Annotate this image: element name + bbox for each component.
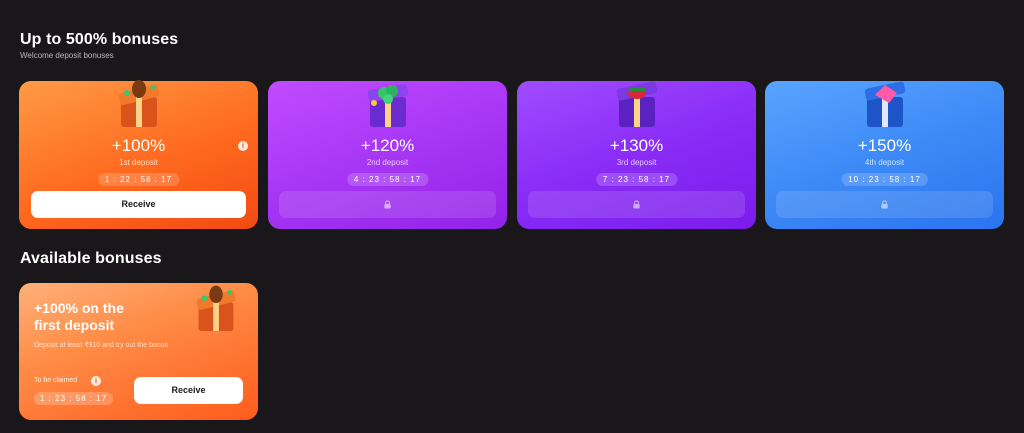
locked-button	[776, 191, 993, 218]
deposit-label: 3rd deposit	[616, 158, 657, 167]
deposit-label: 2nd deposit	[366, 158, 409, 167]
available-bonus-title: +100% on the first deposit	[34, 300, 124, 333]
welcome-title: Up to 500% bonuses	[20, 31, 179, 48]
gift-box-icon	[196, 285, 236, 332]
receive-button[interactable]: Receive	[134, 377, 243, 404]
claim-label: To be claimed	[34, 377, 78, 384]
locked-button	[528, 191, 745, 218]
countdown-timer: 7 : 23 : 58 : 17	[595, 173, 678, 186]
bonus-percent: +100%	[111, 136, 166, 155]
countdown-timer: 1 : 22 : 58 : 17	[97, 173, 180, 186]
gift-box-icon	[616, 81, 657, 127]
bonus-card-3rd-deposit: +130% 3rd deposit 7 : 23 : 58 : 17	[517, 81, 756, 229]
lock-icon	[633, 200, 640, 209]
countdown-timer: 10 : 23 : 58 : 17	[841, 173, 928, 186]
info-icon[interactable]: i	[238, 141, 248, 151]
bonus-card-2nd-deposit: +120% 2nd deposit 4 : 23 : 58 : 17	[268, 81, 507, 229]
available-title: Available bonuses	[20, 250, 162, 267]
available-bonus-description: Deposit at least ₹910 and try out the bo…	[34, 342, 169, 349]
deposit-label: 4th deposit	[864, 158, 905, 167]
gift-box-icon	[118, 80, 159, 127]
bonus-percent: +150%	[857, 136, 912, 155]
bonus-percent: +120%	[360, 136, 415, 155]
lock-icon	[384, 200, 391, 209]
countdown-timer: 1 : 23 : 58 : 17	[34, 392, 114, 405]
gift-box-icon	[864, 81, 905, 127]
welcome-subtitle: Welcome deposit bonuses	[20, 51, 114, 60]
countdown-timer: 4 : 23 : 58 : 17	[346, 173, 429, 186]
bonus-percent: +130%	[609, 136, 664, 155]
receive-button[interactable]: Receive	[31, 191, 246, 218]
bonus-card-4th-deposit: +150% 4th deposit 10 : 23 : 58 : 17	[765, 81, 1004, 229]
deposit-label: 1st deposit	[119, 158, 158, 167]
locked-button	[279, 191, 496, 218]
available-bonus-card: +100% on the first deposit Deposit at le…	[19, 283, 258, 420]
bonus-card-1st-deposit: +100% i 1st deposit 1 : 22 : 58 : 17 Rec…	[19, 80, 258, 229]
gift-box-icon	[367, 84, 408, 127]
info-icon[interactable]: i	[91, 376, 101, 386]
lock-icon	[881, 200, 888, 209]
